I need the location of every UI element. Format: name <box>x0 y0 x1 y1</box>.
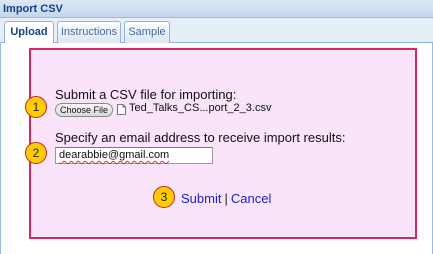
file-prompt: Submit a CSV file for importing: <box>55 87 237 102</box>
action-separator: | <box>224 191 228 206</box>
choose-file-button[interactable]: Choose File <box>55 103 113 117</box>
step-1-badge: 1 <box>25 96 47 118</box>
tab-sample[interactable]: Sample <box>124 21 170 43</box>
email-prompt: Specify an email address to receive impo… <box>55 130 346 145</box>
tab-upload[interactable]: Upload <box>4 21 54 44</box>
email-field[interactable]: dearabbie@gmail.com <box>55 147 213 164</box>
tab-strip: Upload Instructions Sample <box>0 18 433 44</box>
selected-file-name: Ted_Talks_CS...port_2_3.csv <box>129 102 272 114</box>
cancel-link[interactable]: Cancel <box>231 191 271 206</box>
window-title: Import CSV <box>0 0 433 18</box>
tab-instructions[interactable]: Instructions <box>57 21 121 43</box>
file-icon <box>117 104 126 115</box>
submit-link[interactable]: Submit <box>181 191 221 206</box>
step-3-badge: 3 <box>153 186 175 208</box>
upload-panel: 1 Submit a CSV file for importing: Choos… <box>0 43 433 254</box>
step-2-badge: 2 <box>25 142 47 164</box>
form-actions: Submit | Cancel <box>181 191 271 206</box>
